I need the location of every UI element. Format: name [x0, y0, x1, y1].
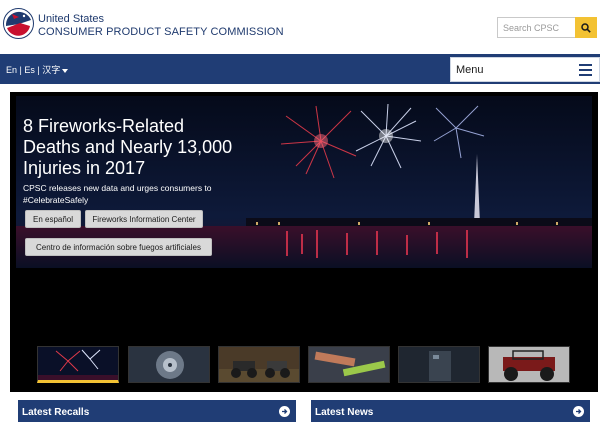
agency-line-1: United States — [38, 13, 105, 25]
thumb-off-road-vehicle[interactable] — [488, 346, 570, 383]
arrow-right-circle-icon[interactable] — [573, 406, 584, 417]
centro-informacion-button[interactable]: Centro de información sobre fuegos artif… — [25, 238, 212, 256]
search-button[interactable] — [575, 17, 597, 38]
agency-name[interactable]: United States CONSUMER PRODUCT SAFETY CO… — [38, 13, 284, 39]
carousel-slide[interactable]: 8 Fireworks-Related Deaths and Nearly 13… — [16, 96, 592, 268]
spacer — [0, 84, 600, 92]
thumb-atv[interactable] — [218, 346, 300, 383]
cpsc-logo-icon[interactable] — [3, 8, 34, 39]
lang-separator: | — [37, 65, 40, 75]
hamburger-icon — [579, 64, 592, 76]
menu-label: Menu — [456, 64, 484, 76]
carousel-thumbnails — [37, 346, 577, 384]
hero-headline: 8 Fireworks-Related Deaths and Nearly 13… — [23, 116, 233, 178]
lang-zh[interactable]: 汉字 — [42, 65, 60, 75]
thumb-appliance[interactable] — [398, 346, 480, 383]
latest-recalls-panel[interactable]: Latest Recalls — [18, 400, 296, 422]
agency-line-2: CONSUMER PRODUCT SAFETY COMMISSION — [38, 26, 284, 38]
menu-button[interactable]: Menu — [450, 57, 600, 82]
language-switcher: En | Es | 汉字 — [6, 63, 69, 76]
lang-es[interactable]: Es — [24, 65, 35, 75]
en-espanol-button[interactable]: En español — [25, 210, 81, 228]
caret-down-icon[interactable] — [62, 68, 69, 73]
fireworks-info-center-button[interactable]: Fireworks Information Center — [85, 210, 203, 228]
lang-en[interactable]: En — [6, 65, 17, 75]
search-form — [497, 17, 597, 38]
arrow-right-circle-icon[interactable] — [279, 406, 290, 417]
hero-subtext: CPSC releases new data and urges consume… — [23, 183, 212, 205]
thumb-hurricane[interactable] — [128, 346, 210, 383]
lang-separator: | — [19, 65, 22, 75]
latest-news-panel[interactable]: Latest News — [311, 400, 590, 422]
top-nav-bar: En | Es | 汉字 Menu — [0, 54, 600, 84]
site-header: United States CONSUMER PRODUCT SAFETY CO… — [0, 0, 600, 54]
hero-carousel: 8 Fireworks-Related Deaths and Nearly 13… — [10, 92, 598, 392]
latest-recalls-title: Latest Recalls — [22, 407, 90, 418]
search-input[interactable] — [497, 17, 575, 38]
thumb-tools[interactable] — [308, 346, 390, 383]
latest-news-title: Latest News — [315, 407, 374, 418]
thumb-fireworks[interactable] — [37, 346, 119, 383]
search-icon — [581, 22, 591, 33]
